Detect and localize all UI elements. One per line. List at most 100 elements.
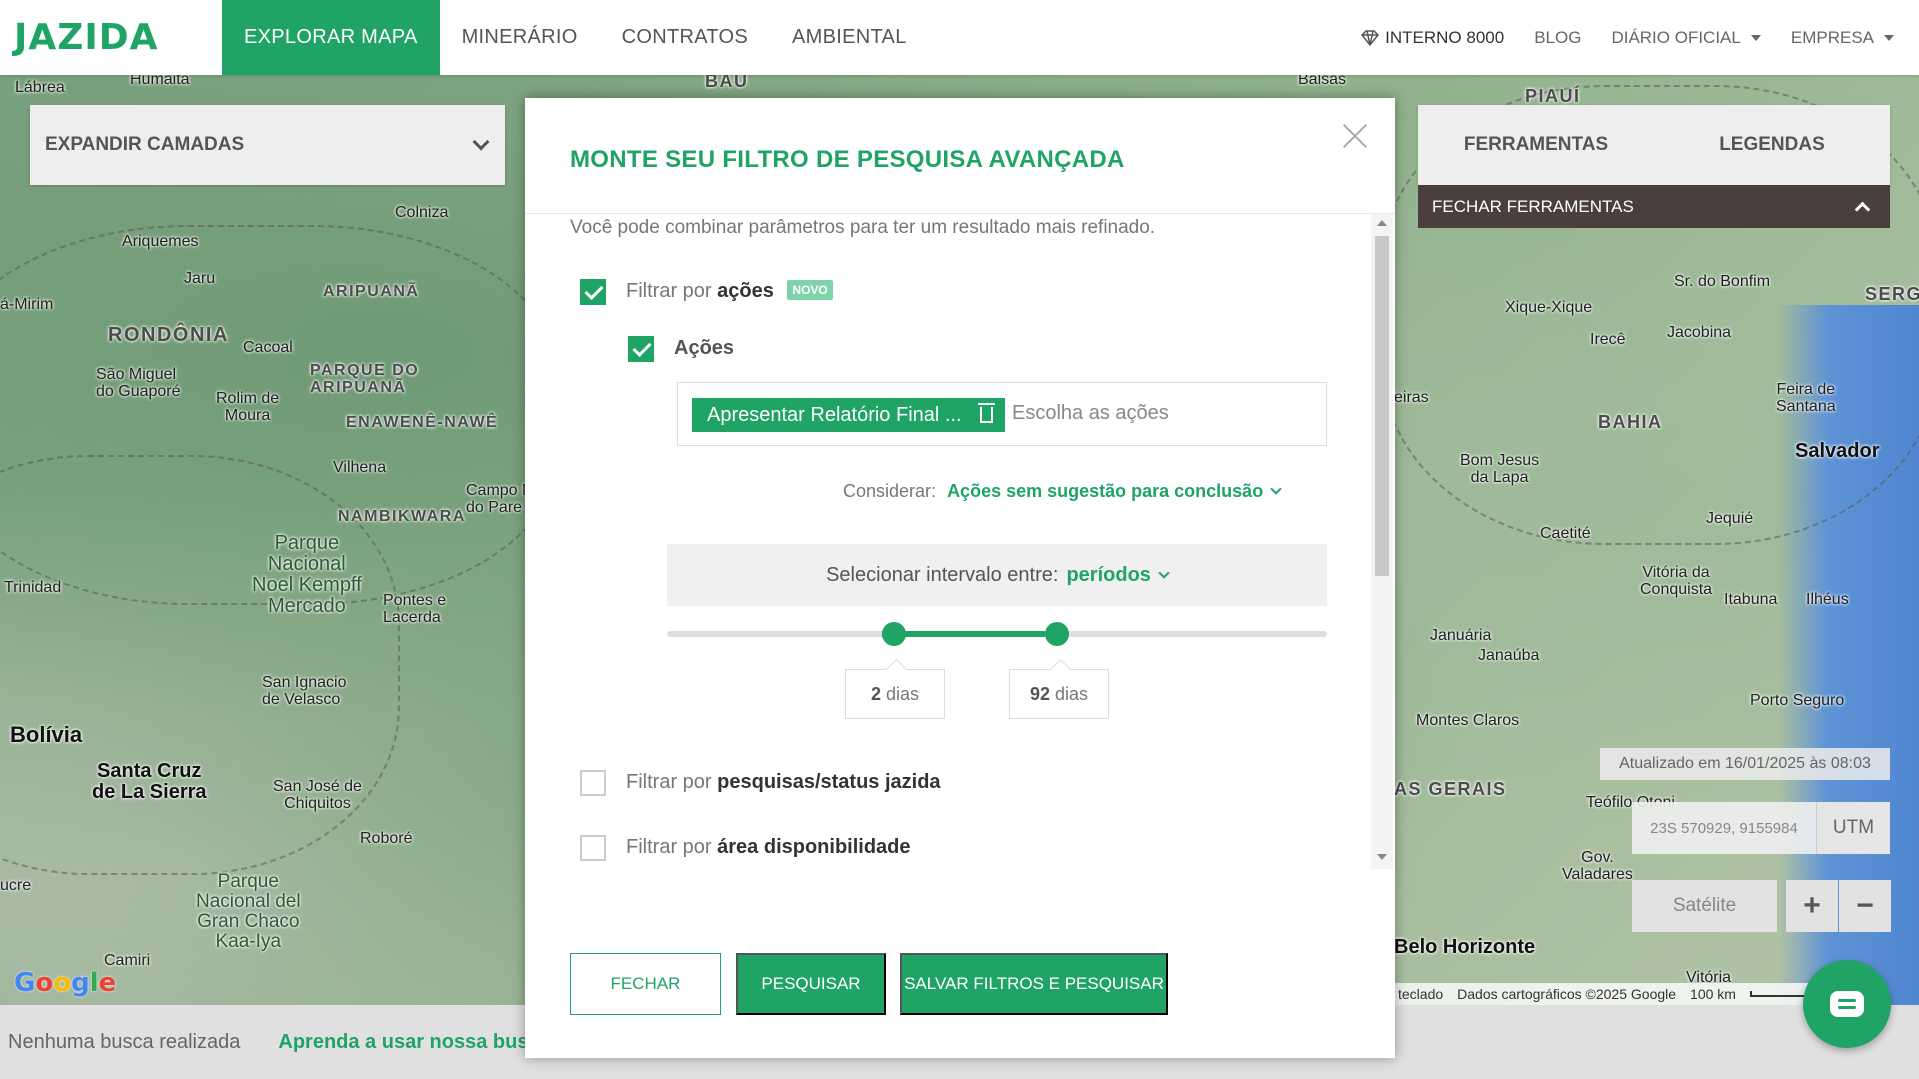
nav-ambiental[interactable]: AMBIENTAL bbox=[770, 0, 929, 75]
map-label: San José de Chiquitos bbox=[273, 778, 362, 812]
map-label: Colniza bbox=[395, 204, 449, 221]
chat-icon bbox=[1830, 991, 1864, 1017]
chevron-up-icon bbox=[1854, 201, 1871, 218]
modal-scrollbar-thumb[interactable] bbox=[1375, 236, 1389, 576]
scale-label[interactable]: 100 km bbox=[1690, 986, 1736, 1002]
logo[interactable]: JAZIDA bbox=[0, 0, 222, 75]
actions-checkbox[interactable] bbox=[628, 336, 654, 362]
logo-text: JAZIDA bbox=[14, 17, 159, 58]
chevron-down-icon bbox=[1270, 483, 1282, 495]
expand-layers-button[interactable]: EXPANDIR CAMADAS bbox=[30, 105, 505, 185]
interval-value: períodos bbox=[1066, 563, 1151, 586]
nav-empresa[interactable]: EMPRESA bbox=[1776, 28, 1909, 48]
nav-blog[interactable]: BLOG bbox=[1519, 28, 1596, 48]
map-data-credit[interactable]: Dados cartográficos ©2025 Google bbox=[1457, 986, 1676, 1002]
nav-minerario[interactable]: MINERÁRIO bbox=[440, 0, 600, 75]
map-label: Montes Claros bbox=[1416, 712, 1520, 729]
consider-value: Ações sem sugestão para conclusão bbox=[947, 481, 1264, 501]
map-label: NAMBIKWARA bbox=[338, 508, 466, 525]
close-tools-label: FECHAR FERRAMENTAS bbox=[1432, 196, 1634, 216]
map-label: Caetité bbox=[1540, 525, 1591, 542]
chat-button[interactable] bbox=[1803, 960, 1891, 1048]
filter-actions-prefix: Filtrar por bbox=[626, 280, 712, 302]
chevron-down-icon bbox=[472, 133, 490, 151]
map-label: Rolim de Moura bbox=[216, 390, 280, 424]
range-slider-max-handle[interactable] bbox=[1045, 622, 1069, 646]
map-label: Parque Nacional Noel Kempff Mercado bbox=[252, 532, 362, 617]
scroll-down-icon[interactable] bbox=[1377, 854, 1387, 860]
close-tools-button[interactable]: FECHAR FERRAMENTAS bbox=[1418, 185, 1890, 228]
interval-dropdown[interactable]: períodos bbox=[1066, 563, 1170, 587]
close-button[interactable]: FECHAR bbox=[570, 953, 721, 1015]
map-label: á-Mirim bbox=[0, 296, 54, 313]
trash-icon[interactable] bbox=[977, 403, 995, 423]
map-label: ARIPUANÃ bbox=[323, 283, 420, 300]
scroll-up-icon[interactable] bbox=[1377, 220, 1387, 226]
close-icon[interactable] bbox=[1339, 120, 1371, 152]
scale-bar bbox=[1749, 991, 1810, 997]
advanced-filter-modal: MONTE SEU FILTRO DE PESQUISA AVANÇADA Vo… bbox=[525, 98, 1395, 1058]
nav-empresa-label: EMPRESA bbox=[1790, 27, 1874, 47]
map-label: Salvador bbox=[1795, 440, 1880, 462]
consider-dropdown[interactable]: Ações sem sugestão para conclusão bbox=[947, 481, 1282, 501]
nav-contratos[interactable]: CONTRATOS bbox=[600, 0, 770, 75]
zoom-in-button[interactable]: + bbox=[1786, 880, 1838, 932]
map-label: Humaitá bbox=[130, 75, 190, 88]
map-label: Campo N do Pare bbox=[466, 482, 534, 516]
range-min-unit: dias bbox=[885, 683, 920, 704]
consider-label: Considerar: bbox=[843, 481, 937, 501]
keyboard-shortcuts-link[interactable]: teclado bbox=[1398, 986, 1443, 1002]
map-label: Parque Nacional del Gran Chaco Kaa-Iya bbox=[196, 871, 301, 952]
map-label: Bolívia bbox=[10, 722, 83, 747]
expand-layers-label: EXPANDIR CAMADAS bbox=[45, 134, 245, 155]
filter-actions-checkbox[interactable] bbox=[580, 279, 606, 305]
tab-legendas[interactable]: LEGENDAS bbox=[1654, 105, 1890, 185]
nav-interno[interactable]: INTERNO 8000 bbox=[1346, 28, 1519, 48]
map-label: Irecê bbox=[1590, 331, 1626, 348]
map-label: Jacobina bbox=[1667, 324, 1732, 341]
search-button[interactable]: PESQUISAR bbox=[736, 953, 886, 1015]
learn-search-link[interactable]: Aprenda a usar nossa busca bbox=[278, 1031, 550, 1054]
nav-explorar-mapa[interactable]: EXPLORAR MAPA bbox=[222, 0, 440, 75]
map-label: Feira de Santana bbox=[1776, 381, 1836, 415]
map-label: Belo Horizonte bbox=[1394, 936, 1536, 958]
no-search-text: Nenhuma busca realizada bbox=[8, 1030, 241, 1053]
map-label: Jaru bbox=[184, 270, 216, 287]
chevron-down-icon bbox=[1158, 566, 1170, 579]
nav-diario-oficial[interactable]: DIÁRIO OFICIAL bbox=[1596, 28, 1775, 48]
filter-status-bold: pesquisas/status jazida bbox=[717, 771, 941, 793]
nav-interno-label: INTERNO 8000 bbox=[1385, 27, 1505, 47]
selected-action-chip[interactable]: Apresentar Relatório Final ... bbox=[692, 398, 1005, 432]
modal-title: MONTE SEU FILTRO DE PESQUISA AVANÇADA bbox=[570, 146, 1125, 173]
filter-status-checkbox[interactable] bbox=[580, 770, 606, 796]
map-label: Itabuna bbox=[1724, 591, 1778, 608]
range-slider-min-handle[interactable] bbox=[882, 622, 906, 646]
map-label: Sr. do Bonfim bbox=[1674, 273, 1771, 290]
map-label: San Ignacio de Velasco bbox=[262, 674, 347, 708]
range-max-unit: dias bbox=[1055, 683, 1089, 704]
map-label: Vilhena bbox=[333, 459, 387, 476]
coordinates-readout: 23S 570929, 9155984 bbox=[1632, 802, 1816, 854]
map-label: Porto Seguro bbox=[1750, 692, 1845, 709]
filter-area-checkbox[interactable] bbox=[580, 835, 606, 861]
actions-multiselect[interactable]: Apresentar Relatório Final ... Escolha a… bbox=[677, 382, 1327, 446]
map-label: São Miguel do Guaporé bbox=[96, 366, 181, 400]
nav-right: INTERNO 8000 BLOG DIÁRIO OFICIAL EMPRESA bbox=[1346, 0, 1919, 75]
map-label: RONDÔNIA bbox=[108, 324, 229, 346]
map-label: BAU bbox=[705, 75, 749, 91]
filter-area-bold: área disponibilidade bbox=[717, 836, 911, 858]
save-and-search-button[interactable]: SALVAR FILTROS E PESQUISAR bbox=[900, 953, 1168, 1015]
zoom-out-button[interactable]: − bbox=[1839, 880, 1891, 932]
filter-status-prefix: Filtrar por bbox=[626, 771, 712, 793]
utm-toggle-button[interactable]: UTM bbox=[1816, 802, 1890, 854]
map-label: Cacoal bbox=[243, 339, 293, 356]
filter-status-label: Filtrar por pesquisas/status jazida bbox=[626, 771, 941, 794]
filter-actions-bold: ações bbox=[717, 280, 774, 302]
nav-diario-label: DIÁRIO OFICIAL bbox=[1611, 27, 1741, 47]
new-badge: NOVO bbox=[787, 280, 833, 300]
tab-ferramentas[interactable]: FERRAMENTAS bbox=[1418, 105, 1654, 185]
top-navbar: JAZIDA EXPLORAR MAPA MINERÁRIO CONTRATOS… bbox=[0, 0, 1919, 75]
map-label: eiras bbox=[1394, 389, 1429, 406]
map-label: Bom Jesus da Lapa bbox=[1460, 452, 1540, 486]
satellite-toggle-button[interactable]: Satélite bbox=[1632, 880, 1777, 932]
